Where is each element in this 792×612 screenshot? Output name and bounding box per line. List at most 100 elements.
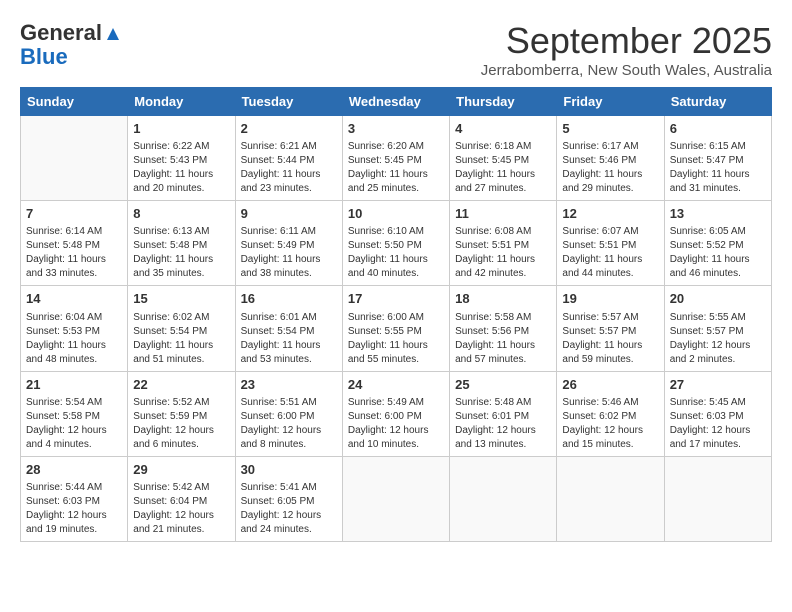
calendar-cell: 13Sunrise: 6:05 AMSunset: 5:52 PMDayligh… (664, 201, 771, 286)
cell-info: Sunrise: 5:46 AMSunset: 6:02 PMDaylight:… (562, 396, 658, 452)
day-number: 27 (670, 376, 766, 394)
day-number: 18 (455, 290, 551, 308)
cell-info: Sunrise: 5:55 AMSunset: 5:57 PMDaylight:… (670, 311, 766, 367)
calendar-cell: 24 Sunrise: 5:49 AMSunset: 6:00 PMDayligh… (342, 371, 449, 456)
day-number: 24 (348, 376, 444, 394)
calendar-cell: 26 Sunrise: 5:46 AMSunset: 6:02 PMDayligh… (557, 371, 664, 456)
calendar-cell: 25Sunrise: 5:48 AMSunset: 6:01 PMDayligh… (450, 371, 557, 456)
day-header-sunday: Sunday (21, 88, 128, 116)
day-header-tuesday: Tuesday (235, 88, 342, 116)
calendar-cell: 22 Sunrise: 5:52 AMSunset: 5:59 PMDayligh… (128, 371, 235, 456)
cell-info: Sunrise: 6:01 AMSunset: 5:54 PMDaylight:… (241, 311, 337, 367)
day-number: 20 (670, 290, 766, 308)
day-number: 22 (133, 376, 229, 394)
location: Jerrabomberra, New South Wales, Australi… (481, 62, 772, 79)
calendar-cell: 8 Sunrise: 6:13 AMSunset: 5:48 PMDaylight… (128, 201, 235, 286)
day-header-wednesday: Wednesday (342, 88, 449, 116)
calendar-cell: 12 Sunrise: 6:07 AMSunset: 5:51 PMDayligh… (557, 201, 664, 286)
day-header-monday: Monday (128, 88, 235, 116)
week-row-1: 1 Sunrise: 6:22 AMSunset: 5:43 PMDaylight… (21, 116, 772, 201)
day-number: 25 (455, 376, 551, 394)
cell-info: Sunrise: 6:08 AMSunset: 5:51 PMDaylight:… (455, 225, 551, 281)
logo: General Blue (20, 20, 122, 68)
calendar-cell: 14 Sunrise: 6:04 AMSunset: 5:53 PMDayligh… (21, 286, 128, 371)
day-number: 15 (133, 290, 229, 308)
page-header: General Blue September 2025 Jerrabomberr… (20, 20, 772, 79)
cell-info: Sunrise: 5:45 AMSunset: 6:03 PMDaylight:… (670, 396, 766, 452)
calendar-body: 1 Sunrise: 6:22 AMSunset: 5:43 PMDaylight… (21, 116, 772, 542)
logo-blue: Blue (20, 46, 68, 68)
calendar-cell: 11 Sunrise: 6:08 AMSunset: 5:51 PMDayligh… (450, 201, 557, 286)
cell-info: Sunrise: 5:58 AMSunset: 5:56 PMDaylight:… (455, 311, 551, 367)
day-number: 16 (241, 290, 337, 308)
calendar-cell: 27 Sunrise: 5:45 AMSunset: 6:03 PMDayligh… (664, 371, 771, 456)
cell-info: Sunrise: 6:20 AMSunset: 5:45 PMDaylight:… (348, 140, 444, 196)
calendar-cell: 30Sunrise: 5:41 AMSunset: 6:05 PMDayligh… (235, 456, 342, 541)
cell-info: Sunrise: 6:21 AMSunset: 5:44 PMDaylight:… (241, 140, 337, 196)
day-number: 12 (562, 205, 658, 223)
day-number: 14 (26, 290, 122, 308)
calendar-cell: 7 Sunrise: 6:14 AMSunset: 5:48 PMDaylight… (21, 201, 128, 286)
cell-info: Sunrise: 5:52 AMSunset: 5:59 PMDaylight:… (133, 396, 229, 452)
logo-icon (104, 25, 122, 43)
logo-general: General (20, 20, 102, 46)
day-number: 26 (562, 376, 658, 394)
calendar-cell (664, 456, 771, 541)
calendar-cell: 29Sunrise: 5:42 AMSunset: 6:04 PMDayligh… (128, 456, 235, 541)
day-header-saturday: Saturday (664, 88, 771, 116)
cell-info: Sunrise: 5:51 AMSunset: 6:00 PMDaylight:… (241, 396, 337, 452)
calendar-cell: 3Sunrise: 6:20 AMSunset: 5:45 PMDaylight… (342, 116, 449, 201)
cell-info: Sunrise: 6:22 AMSunset: 5:43 PMDaylight:… (133, 140, 229, 196)
week-row-2: 7 Sunrise: 6:14 AMSunset: 5:48 PMDaylight… (21, 201, 772, 286)
calendar-cell: 18 Sunrise: 5:58 AMSunset: 5:56 PMDayligh… (450, 286, 557, 371)
cell-info: Sunrise: 5:42 AMSunset: 6:04 PMDaylight:… (133, 481, 229, 537)
day-number: 10 (348, 205, 444, 223)
day-number: 19 (562, 290, 658, 308)
day-number: 6 (670, 120, 766, 138)
calendar-cell: 6 Sunrise: 6:15 AMSunset: 5:47 PMDaylight… (664, 116, 771, 201)
calendar-cell: 10 Sunrise: 6:10 AMSunset: 5:50 PMDayligh… (342, 201, 449, 286)
calendar-cell: 21Sunrise: 5:54 AMSunset: 5:58 PMDayligh… (21, 371, 128, 456)
day-number: 28 (26, 461, 122, 479)
day-number: 13 (670, 205, 766, 223)
cell-info: Sunrise: 6:13 AMSunset: 5:48 PMDaylight:… (133, 225, 229, 281)
day-number: 2 (241, 120, 337, 138)
calendar-cell: 15 Sunrise: 6:02 AMSunset: 5:54 PMDayligh… (128, 286, 235, 371)
week-row-4: 21Sunrise: 5:54 AMSunset: 5:58 PMDayligh… (21, 371, 772, 456)
calendar-cell: 9Sunrise: 6:11 AMSunset: 5:49 PMDaylight… (235, 201, 342, 286)
cell-info: Sunrise: 6:18 AMSunset: 5:45 PMDaylight:… (455, 140, 551, 196)
calendar-cell: 23 Sunrise: 5:51 AMSunset: 6:00 PMDayligh… (235, 371, 342, 456)
cell-info: Sunrise: 6:11 AMSunset: 5:49 PMDaylight:… (241, 225, 337, 281)
cell-info: Sunrise: 6:14 AMSunset: 5:48 PMDaylight:… (26, 225, 122, 281)
calendar-cell (21, 116, 128, 201)
day-header-thursday: Thursday (450, 88, 557, 116)
calendar-cell: 20 Sunrise: 5:55 AMSunset: 5:57 PMDayligh… (664, 286, 771, 371)
cell-info: Sunrise: 6:07 AMSunset: 5:51 PMDaylight:… (562, 225, 658, 281)
calendar-cell: 17Sunrise: 6:00 AMSunset: 5:55 PMDayligh… (342, 286, 449, 371)
cell-info: Sunrise: 5:54 AMSunset: 5:58 PMDaylight:… (26, 396, 122, 452)
day-number: 30 (241, 461, 337, 479)
calendar-cell: 16 Sunrise: 6:01 AMSunset: 5:54 PMDayligh… (235, 286, 342, 371)
day-number: 5 (562, 120, 658, 138)
calendar-table: SundayMondayTuesdayWednesdayThursdayFrid… (20, 87, 772, 542)
calendar-cell: 4 Sunrise: 6:18 AMSunset: 5:45 PMDaylight… (450, 116, 557, 201)
day-number: 1 (133, 120, 229, 138)
day-number: 11 (455, 205, 551, 223)
title-section: September 2025 Jerrabomberra, New South … (481, 20, 772, 79)
cell-info: Sunrise: 6:02 AMSunset: 5:54 PMDaylight:… (133, 311, 229, 367)
cell-info: Sunrise: 6:15 AMSunset: 5:47 PMDaylight:… (670, 140, 766, 196)
calendar-cell: 2 Sunrise: 6:21 AMSunset: 5:44 PMDaylight… (235, 116, 342, 201)
day-header-friday: Friday (557, 88, 664, 116)
day-number: 8 (133, 205, 229, 223)
calendar-cell: 28 Sunrise: 5:44 AMSunset: 6:03 PMDayligh… (21, 456, 128, 541)
cell-info: Sunrise: 6:04 AMSunset: 5:53 PMDaylight:… (26, 311, 122, 367)
cell-info: Sunrise: 5:44 AMSunset: 6:03 PMDaylight:… (26, 481, 122, 537)
day-number: 23 (241, 376, 337, 394)
day-number: 7 (26, 205, 122, 223)
week-row-5: 28 Sunrise: 5:44 AMSunset: 6:03 PMDayligh… (21, 456, 772, 541)
cell-info: Sunrise: 6:10 AMSunset: 5:50 PMDaylight:… (348, 225, 444, 281)
week-row-3: 14 Sunrise: 6:04 AMSunset: 5:53 PMDayligh… (21, 286, 772, 371)
cell-info: Sunrise: 6:00 AMSunset: 5:55 PMDaylight:… (348, 311, 444, 367)
cell-info: Sunrise: 5:49 AMSunset: 6:00 PMDaylight:… (348, 396, 444, 452)
day-number: 4 (455, 120, 551, 138)
